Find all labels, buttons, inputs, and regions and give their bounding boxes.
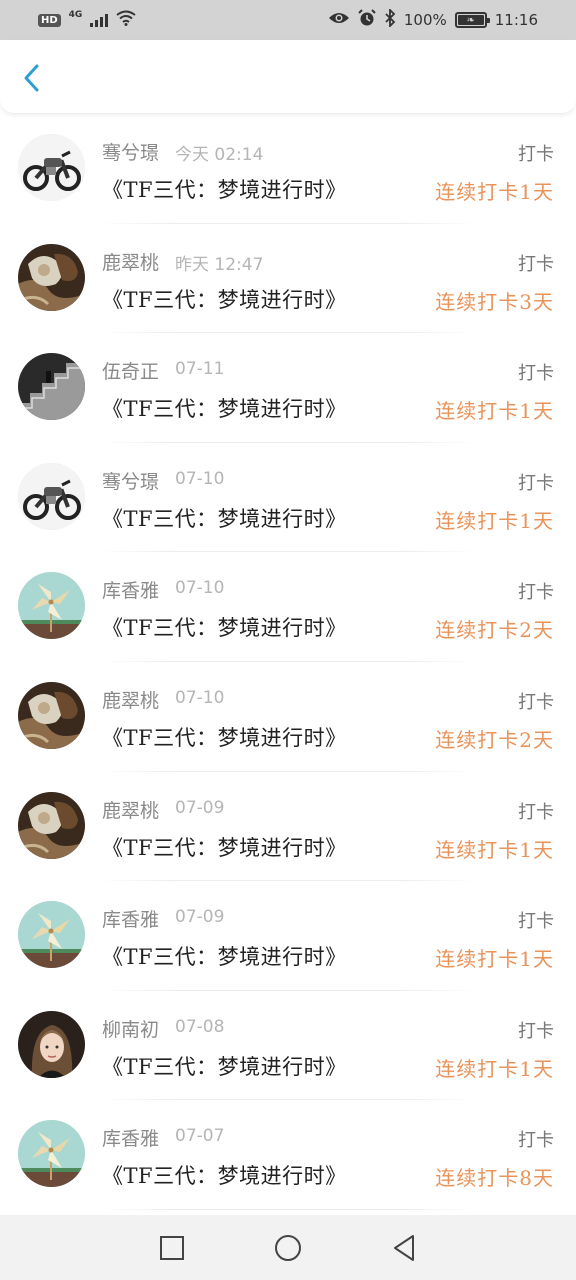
wifi-icon	[116, 10, 136, 30]
user-name[interactable]: 鹿翠桃	[102, 796, 159, 823]
drama-title: 《TF三代：梦境进行时》	[102, 178, 347, 202]
drama-title: 《TF三代：梦境进行时》	[102, 616, 347, 641]
list-item[interactable]: 骞兮璟 今天 02:14 《TF三代：梦境进行时》 打卡连续打卡1天	[0, 114, 576, 224]
row-divider	[100, 1208, 476, 1210]
list-item[interactable]: 库香雅 07-09 《TF三代：梦境进行时》 打卡连续打卡1天	[0, 881, 576, 991]
timestamp: 07-07	[175, 1126, 225, 1147]
list-item[interactable]: 库香雅 07-07 《TF三代：梦境进行时》 打卡连续打卡8天	[0, 1100, 576, 1210]
recent-apps-icon	[160, 1235, 184, 1260]
list-item[interactable]: 库香雅 07-10 《TF三代：梦境进行时》 打卡连续打卡2天	[0, 552, 576, 662]
hd-badge: HD	[38, 13, 61, 27]
list-item[interactable]: 伍奇正 07-11 《TF三代：梦境进行时》 打卡连续打卡1天	[0, 333, 576, 443]
avatar[interactable]	[18, 791, 85, 859]
checkin-label: 打卡	[518, 801, 554, 823]
timestamp: 今天 02:14	[175, 145, 264, 165]
checkin-label: 打卡	[518, 363, 554, 385]
streak-badge: 连续打卡1天	[435, 837, 554, 862]
status-left: HD 4G	[38, 10, 136, 30]
avatar[interactable]	[18, 572, 85, 640]
status-bar: HD 4G 100% ❧ 11:16	[0, 0, 576, 40]
user-name[interactable]: 柳南初	[102, 1015, 159, 1042]
status-right: 100% ❧ 11:16	[328, 7, 538, 31]
back-button[interactable]	[14, 60, 50, 96]
streak-badge: 连续打卡1天	[435, 1056, 554, 1081]
avatar[interactable]	[18, 1010, 85, 1078]
checkin-label: 打卡	[518, 1020, 554, 1042]
streak-badge: 连续打卡8天	[435, 1166, 554, 1191]
drama-title: 《TF三代：梦境进行时》	[102, 725, 347, 750]
home-icon	[275, 1234, 301, 1261]
user-name[interactable]: 鹿翠桃	[102, 686, 159, 713]
timestamp: 昨天 12:47	[175, 254, 264, 275]
streak-badge: 连续打卡1天	[435, 399, 554, 424]
drama-title: 《TF三代：梦境进行时》	[102, 1164, 347, 1189]
home-button[interactable]	[273, 1233, 303, 1263]
battery-percent: 100%	[403, 11, 447, 29]
checkin-label: 打卡	[518, 691, 554, 713]
timestamp: 07-10	[175, 468, 225, 489]
streak-badge: 连续打卡1天	[435, 180, 554, 204]
checkin-label: 打卡	[518, 144, 554, 165]
avatar[interactable]	[18, 243, 85, 311]
drama-title: 《TF三代：梦境进行时》	[102, 397, 347, 422]
user-name[interactable]: 伍奇正	[102, 357, 159, 384]
streak-badge: 连续打卡3天	[435, 289, 554, 314]
timestamp: 07-11	[175, 359, 225, 380]
list-item[interactable]: 骞兮璟 07-10 《TF三代：梦境进行时》 打卡连续打卡1天	[0, 443, 576, 553]
streak-badge: 连续打卡2天	[435, 727, 554, 752]
bluetooth-icon	[384, 7, 396, 31]
checkin-label: 打卡	[518, 472, 554, 494]
timestamp: 07-09	[175, 797, 225, 818]
checkin-label: 打卡	[518, 911, 554, 933]
drama-title: 《TF三代：梦境进行时》	[102, 1054, 347, 1079]
timestamp: 07-10	[175, 578, 225, 599]
alarm-icon	[358, 9, 376, 31]
streak-badge: 连续打卡1天	[435, 947, 554, 972]
signal-icon	[90, 13, 109, 27]
clock: 11:16	[494, 11, 538, 29]
streak-badge: 连续打卡2天	[435, 618, 554, 643]
list-item[interactable]: 鹿翠桃 07-09 《TF三代：梦境进行时》 打卡连续打卡1天	[0, 772, 576, 882]
network-type: 4G	[68, 10, 83, 20]
drama-title: 《TF三代：梦境进行时》	[102, 945, 347, 970]
chevron-left-icon	[24, 64, 39, 92]
user-name[interactable]: 库香雅	[102, 1124, 159, 1151]
user-name[interactable]: 骞兮璟	[102, 467, 159, 494]
user-name[interactable]: 库香雅	[102, 905, 159, 932]
avatar[interactable]	[18, 681, 85, 749]
checkin-label: 打卡	[518, 1130, 554, 1152]
system-nav-bar	[0, 1215, 576, 1280]
timestamp: 07-08	[175, 1016, 225, 1037]
avatar[interactable]	[18, 134, 85, 201]
avatar[interactable]	[18, 1120, 85, 1188]
back-icon	[394, 1234, 414, 1261]
user-name[interactable]: 骞兮璟	[102, 138, 159, 165]
avatar[interactable]	[18, 353, 85, 421]
drama-title: 《TF三代：梦境进行时》	[102, 506, 347, 531]
list-item[interactable]: 柳南初 07-08 《TF三代：梦境进行时》 打卡连续打卡1天	[0, 991, 576, 1101]
checkin-label: 打卡	[518, 582, 554, 604]
recent-apps-button[interactable]	[157, 1233, 187, 1263]
eye-icon	[328, 11, 350, 29]
system-back-button[interactable]	[389, 1233, 419, 1263]
user-name[interactable]: 库香雅	[102, 576, 159, 603]
avatar[interactable]	[18, 462, 85, 530]
checkin-label: 打卡	[518, 253, 554, 275]
timestamp: 07-09	[175, 907, 225, 928]
drama-title: 《TF三代：梦境进行时》	[102, 835, 347, 860]
app-header	[0, 40, 576, 114]
battery-icon: ❧	[454, 12, 490, 28]
list-item[interactable]: 鹿翠桃 昨天 12:47 《TF三代：梦境进行时》 打卡连续打卡3天	[0, 224, 576, 334]
user-name[interactable]: 鹿翠桃	[102, 248, 159, 275]
checkin-list: 骞兮璟 今天 02:14 《TF三代：梦境进行时》 打卡 连续打卡1天 鹿翠桃 昨天 12:…	[0, 114, 576, 1210]
drama-title: 《TF三代：梦境进行时》	[102, 287, 347, 312]
streak-badge: 连续打卡1天	[435, 508, 554, 533]
timestamp: 07-10	[175, 687, 225, 708]
avatar[interactable]	[18, 901, 85, 969]
list-item[interactable]: 鹿翠桃 07-10 《TF三代：梦境进行时》 打卡连续打卡2天	[0, 662, 576, 772]
